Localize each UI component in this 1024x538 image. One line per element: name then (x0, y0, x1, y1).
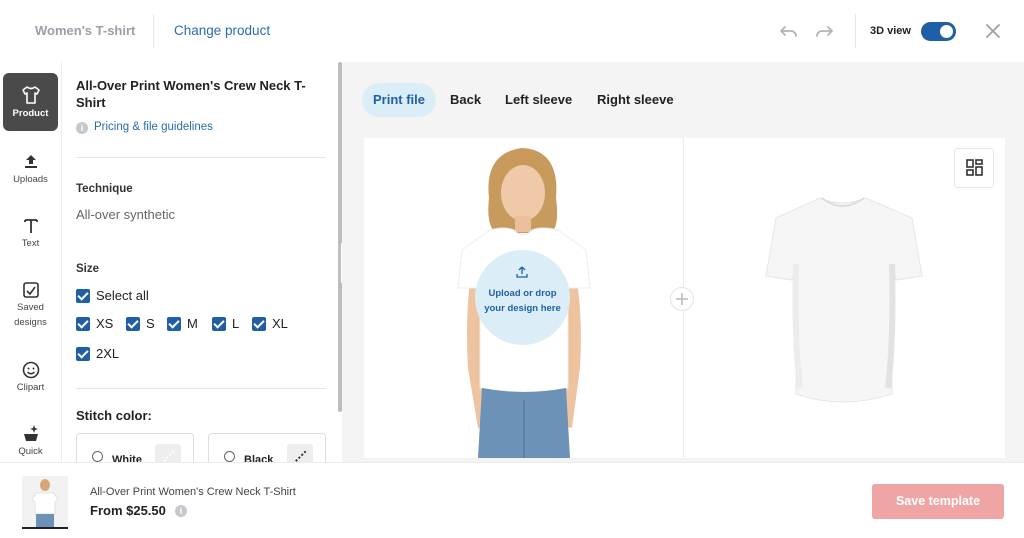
tab-back[interactable]: Back (439, 83, 492, 117)
upload-icon (24, 155, 37, 168)
undo-icon[interactable] (777, 20, 799, 42)
drag-handle[interactable] (670, 287, 694, 311)
rail-item-text[interactable]: Text (3, 204, 58, 262)
checkbox-label: XL (272, 316, 288, 331)
rail-label: Product (12, 108, 49, 119)
checkbox-checked (167, 316, 181, 331)
panel-product-title: All-Over Print Women's Crew Neck T-Shirt (76, 78, 306, 110)
checkbox-checked (126, 316, 140, 331)
checkbox-label: M (187, 316, 198, 331)
size-checkbox-m[interactable]: M (167, 316, 198, 331)
tab-left-sleeve[interactable]: Left sleeve (494, 83, 583, 117)
rail-item-product[interactable]: Product (3, 73, 58, 131)
save-template-button[interactable]: Save template (872, 484, 1004, 519)
tshirt-icon (21, 86, 40, 104)
checkbox-checked (212, 316, 226, 331)
size-checkbox-l[interactable]: L (212, 316, 239, 331)
stitch-color-label: Stitch color: (76, 408, 152, 423)
divider (76, 157, 326, 158)
top-bar: Women's T-shirt Change product 3D view (0, 0, 1024, 62)
quick-designs-icon (23, 425, 38, 441)
stitch-option-label: White (112, 454, 142, 462)
redo-icon[interactable] (814, 20, 836, 42)
rail-item-quick[interactable]: Quick (3, 410, 58, 468)
upload-prompt: Upload or drop your design here (484, 288, 561, 314)
checkbox-checked (76, 346, 90, 361)
divider (153, 14, 154, 48)
product-name: Women's T-shirt (35, 23, 136, 38)
size-checkbox-2xl[interactable]: 2XL (76, 346, 119, 361)
stitch-option-black[interactable]: Black (208, 433, 326, 462)
tab-right-sleeve[interactable]: Right sleeve (586, 83, 685, 117)
size-checkbox-s[interactable]: S (126, 316, 155, 331)
checkbox-label: L (232, 316, 240, 331)
stitch-option-label: Black (244, 454, 274, 462)
upload-dropzone[interactable]: Upload or drop your design here (475, 250, 570, 345)
checkbox-label: Select all (96, 288, 149, 303)
tab-print-file[interactable]: Print file (362, 83, 437, 117)
product-thumbnail-image (31, 479, 59, 527)
size-checkbox-xs[interactable]: XS (76, 316, 113, 331)
change-product-link[interactable]: Change product (174, 23, 270, 38)
3d-view-toggle[interactable] (921, 22, 956, 41)
toggle-knob (940, 25, 953, 38)
stitch-white-swatch (155, 444, 181, 462)
divider (855, 14, 856, 48)
size-checkbox-xl[interactable]: XL (252, 316, 288, 331)
divider (76, 388, 326, 389)
radio-button (92, 451, 103, 462)
checkbox-label: 2XL (96, 346, 120, 361)
design-area: Print file Back Left sleeve Right sleeve (342, 62, 1024, 462)
product-options-panel: All-Over Print Women's Crew Neck T-Shirt… (62, 62, 342, 462)
3d-view-label: 3D view (870, 25, 911, 37)
checkbox-label: S (146, 316, 155, 331)
layout-grid-button[interactable] (954, 148, 994, 188)
checkbox-checked (252, 316, 266, 331)
rail-label: Clipart (16, 382, 45, 393)
radio-button (224, 451, 235, 462)
smiley-icon (22, 361, 39, 379)
rail-label: Saved designs (14, 302, 47, 328)
info-icon: i (76, 122, 88, 134)
tool-rail: Product Uploads Text Saved designs Clipa… (0, 62, 62, 462)
rail-item-clipart[interactable]: Clipart (3, 348, 58, 406)
upload-icon (516, 266, 528, 278)
rail-label: Quick (18, 446, 43, 457)
technique-value: All-over synthetic (76, 207, 175, 222)
rail-item-saved-designs[interactable]: Saved designs (3, 268, 58, 336)
checkbox-label: XS (96, 316, 114, 331)
product-thumbnail (22, 476, 68, 529)
rail-label: Uploads (13, 174, 48, 185)
rail-label: Text (21, 238, 40, 249)
size-label: Size (76, 263, 100, 275)
footer-price: From $25.50 (90, 503, 166, 518)
price-info-icon[interactable]: i (175, 505, 187, 517)
saved-designs-icon (22, 282, 39, 298)
select-all-checkbox[interactable]: Select all (76, 288, 149, 303)
stitch-black-swatch (287, 444, 313, 462)
checkbox-checked (76, 316, 90, 331)
footer-bar: All-Over Print Women's Crew Neck T-Shirt… (0, 462, 1024, 538)
pricing-guidelines-link[interactable]: i Pricing & file guidelines (76, 121, 213, 134)
text-icon (23, 219, 38, 233)
grid-icon (966, 159, 983, 176)
close-icon[interactable] (984, 22, 1002, 40)
stitch-option-white[interactable]: White (76, 433, 194, 462)
move-icon (676, 293, 688, 305)
footer-product-name: All-Over Print Women's Crew Neck T-Shirt (90, 486, 296, 498)
guidelines-label: Pricing & file guidelines (94, 121, 213, 133)
checkbox-checked (76, 288, 90, 303)
technique-label: Technique (76, 183, 133, 195)
rail-item-uploads[interactable]: Uploads (3, 142, 58, 200)
